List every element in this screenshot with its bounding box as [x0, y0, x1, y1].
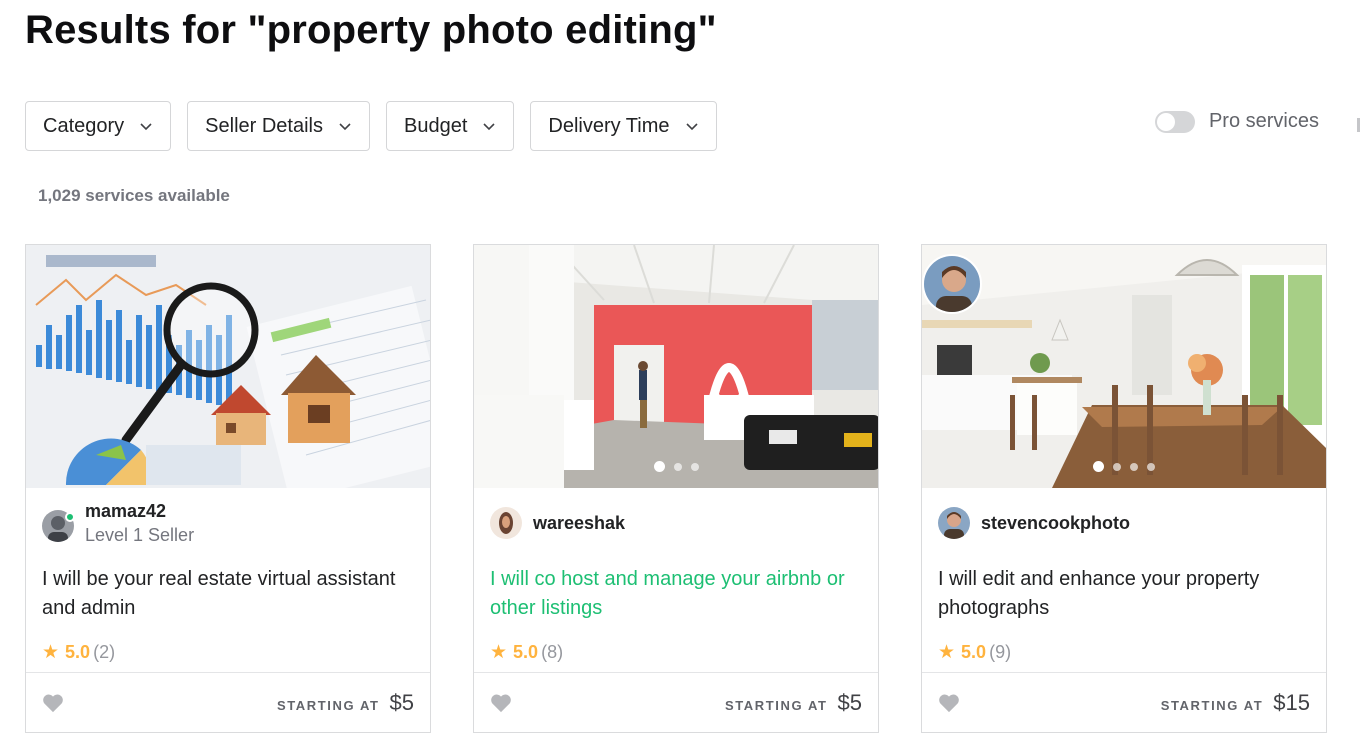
online-indicator [65, 512, 75, 522]
chevron-down-icon [684, 118, 700, 134]
seller-text: mamaz42 Level 1 Seller [85, 501, 194, 546]
rating-score: 5.0 [961, 642, 987, 662]
seller-avatar[interactable] [42, 510, 75, 542]
star-icon: ★ [938, 642, 956, 663]
heart-icon[interactable] [938, 693, 960, 713]
filter-label: Category [43, 114, 125, 137]
price-link[interactable]: STARTING AT $5 [725, 690, 862, 716]
rating-score: 5.0 [65, 642, 91, 662]
gig-thumbnail[interactable] [474, 245, 878, 488]
seller-level: Level 1 Seller [85, 525, 195, 545]
gig-title-link[interactable]: I will be your real estate virtual assis… [42, 565, 416, 623]
gig-title-link[interactable]: I will co host and manage your airbnb or… [490, 565, 864, 623]
gig-rating: ★ 5.0 (8) [490, 641, 563, 664]
starting-at-label: STARTING AT [724, 697, 828, 713]
services-count: 1,029 services available [38, 186, 230, 205]
review-count: (9) [989, 642, 1012, 662]
filter-bar: Category Seller Details Budget Delivery … [25, 101, 717, 151]
price: $5 [837, 689, 862, 715]
seller-name[interactable]: wareeshak [533, 513, 625, 534]
filter-seller-details-dropdown[interactable]: Seller Details [187, 101, 370, 151]
page-title: Results for "property photo editing" [25, 8, 717, 52]
star-icon: ★ [42, 642, 60, 663]
seller-info: stevencookphoto [938, 507, 1130, 539]
chevron-down-icon [337, 118, 353, 134]
gig-card[interactable]: wareeshak I will co host and manage your… [473, 244, 879, 733]
filter-label: Budget [403, 114, 468, 137]
toggle-knob [1156, 112, 1175, 131]
filter-label: Seller Details [205, 114, 323, 137]
pro-services-label: Pro services [1208, 110, 1319, 132]
filter-delivery-time-dropdown[interactable]: Delivery Time [530, 101, 717, 151]
seller-info: mamaz42 Level 1 Seller [42, 501, 194, 546]
seller-video-avatar[interactable] [922, 254, 982, 314]
gig-rating: ★ 5.0 (2) [42, 641, 115, 664]
review-count: (2) [93, 642, 116, 662]
carousel-dot[interactable] [673, 462, 682, 471]
office-interior-image [474, 245, 878, 488]
heart-icon[interactable] [490, 693, 512, 713]
gig-rating: ★ 5.0 (9) [938, 641, 1011, 664]
card-footer: STARTING AT $5 [474, 672, 878, 732]
filter-label: Delivery Time [548, 114, 670, 137]
starting-at-label: STARTING AT [1160, 697, 1264, 713]
filter-budget-dropdown[interactable]: Budget [385, 101, 515, 151]
price-link[interactable]: STARTING AT $5 [277, 690, 414, 716]
price: $15 [1273, 689, 1310, 715]
image-carousel-dots[interactable] [474, 461, 878, 472]
review-count: (8) [541, 642, 564, 662]
carousel-dot[interactable] [690, 462, 699, 471]
carousel-dot[interactable] [1113, 462, 1121, 471]
carousel-dot[interactable] [1093, 461, 1104, 472]
gig-card[interactable]: stevencookphoto I will edit and enhance … [921, 244, 1327, 733]
gig-thumbnail[interactable] [922, 245, 1326, 488]
seller-info: wareeshak [490, 507, 625, 539]
rating-score: 5.0 [513, 642, 539, 662]
seller-avatar[interactable] [938, 507, 970, 539]
seller-name[interactable]: mamaz42 [85, 501, 194, 522]
chevron-down-icon [138, 118, 154, 134]
price-link[interactable]: STARTING AT $15 [1161, 690, 1310, 716]
toggle-switch[interactable] [1154, 110, 1195, 133]
carousel-dot[interactable] [1130, 462, 1138, 471]
gig-card[interactable]: mamaz42 Level 1 Seller I will be your re… [25, 244, 431, 733]
price: $5 [389, 689, 414, 715]
heart-icon[interactable] [42, 693, 64, 713]
gig-thumbnail[interactable] [26, 245, 430, 488]
pro-services-toggle[interactable]: Pro services [1154, 110, 1319, 133]
card-footer: STARTING AT $5 [26, 672, 430, 732]
gig-card-list: mamaz42 Level 1 Seller I will be your re… [25, 244, 1327, 733]
seller-name[interactable]: stevencookphoto [981, 513, 1130, 534]
filter-category-dropdown[interactable]: Category [25, 101, 172, 151]
gig-title-link[interactable]: I will edit and enhance your property ph… [938, 565, 1312, 623]
chevron-down-icon [481, 118, 497, 134]
seller-avatar[interactable] [490, 507, 522, 539]
carousel-dot[interactable] [653, 461, 665, 472]
kitchen-interior-image [922, 245, 1326, 488]
star-icon: ★ [490, 642, 508, 663]
card-footer: STARTING AT $15 [922, 672, 1326, 732]
starting-at-label: STARTING AT [276, 697, 380, 713]
image-carousel-dots[interactable] [922, 461, 1326, 472]
real-estate-analytics-image [26, 245, 430, 488]
carousel-dot[interactable] [1147, 462, 1155, 471]
